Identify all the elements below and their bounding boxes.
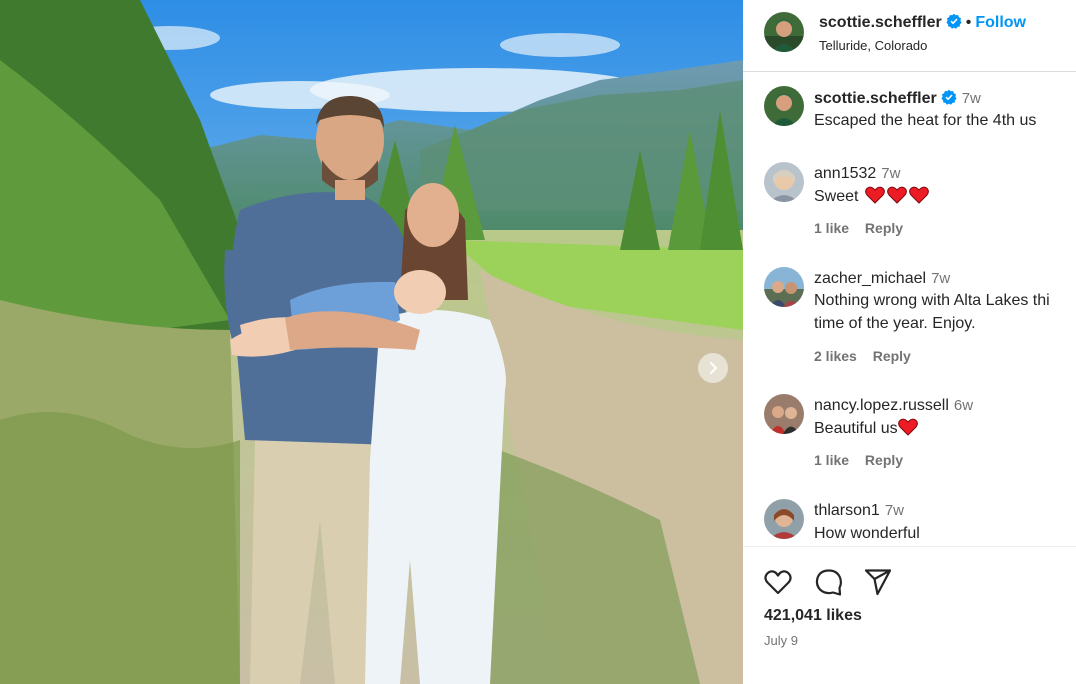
separator-dot: •	[965, 14, 972, 31]
red-heart-emoji-icon	[909, 186, 929, 204]
post-photo[interactable]	[0, 0, 743, 684]
commenter-avatar[interactable]	[764, 394, 804, 434]
verified-badge-icon	[941, 89, 957, 105]
comment-text-line2: time of the year. Enjoy.	[814, 315, 976, 332]
comment-text-content: Sweet	[814, 188, 859, 205]
commenter-avatar[interactable]	[764, 499, 804, 539]
comment-time[interactable]: 7w	[881, 165, 900, 182]
comment-meta: 1 like Reply	[814, 452, 903, 468]
caption-text: Escaped the heat for the 4th us	[814, 112, 1037, 129]
verified-badge-icon	[946, 13, 962, 29]
chevron-right-icon	[710, 362, 717, 374]
caption-username[interactable]: scottie.scheffler	[814, 90, 937, 107]
red-heart-emoji-icon	[897, 418, 918, 436]
heart-outline-icon[interactable]	[763, 567, 793, 597]
post-side-panel: scottie.scheffler • Follow Telluride, Colo…	[743, 0, 1076, 684]
comment-meta: 2 likes Reply	[814, 348, 911, 364]
comment-meta: 1 like Reply	[814, 220, 903, 236]
comment-username[interactable]: thlarson1	[814, 502, 880, 519]
comment-text: Sweet	[814, 185, 929, 209]
comment-text-content: Beautiful us	[814, 420, 898, 437]
carousel-next-button[interactable]	[698, 353, 728, 383]
commenter-avatar[interactable]	[764, 162, 804, 202]
reply-button[interactable]: Reply	[865, 452, 903, 468]
family-photo-illustration	[0, 0, 743, 684]
comment-text: How wonderful	[814, 525, 920, 542]
comment-likes[interactable]: 1 like	[814, 220, 849, 236]
commenter-avatar[interactable]	[764, 267, 804, 307]
post-location[interactable]: Telluride, Colorado	[819, 38, 927, 53]
reply-button[interactable]: Reply	[873, 348, 911, 364]
comment-likes[interactable]: 2 likes	[814, 348, 857, 364]
comment-username[interactable]: nancy.lopez.russell	[814, 397, 949, 414]
red-heart-emoji-icon	[887, 186, 907, 204]
post-actions-bar: 421,041 likes July 9	[743, 546, 1076, 684]
caption-time[interactable]: 7w	[962, 90, 981, 107]
author-username[interactable]: scottie.scheffler	[819, 14, 942, 31]
follow-button[interactable]: Follow	[975, 14, 1026, 31]
post-header: scottie.scheffler • Follow Telluride, Colo…	[743, 0, 1076, 72]
comment-username[interactable]: ann1532	[814, 165, 876, 182]
reply-button[interactable]: Reply	[865, 220, 903, 236]
comment-likes[interactable]: 1 like	[814, 452, 849, 468]
comment-time[interactable]: 7w	[885, 502, 904, 519]
red-heart-emoji-icon	[865, 186, 885, 204]
caption-avatar[interactable]	[764, 86, 804, 126]
comment-username[interactable]: zacher_michael	[814, 270, 926, 287]
paper-plane-icon[interactable]	[863, 567, 893, 597]
author-avatar[interactable]	[764, 12, 804, 52]
post-date[interactable]: July 9	[764, 633, 798, 648]
comment-text: Nothing wrong with Alta Lakes thi	[814, 292, 1050, 309]
comment-bubble-icon[interactable]	[814, 567, 844, 597]
comment-text: Beautiful us	[814, 417, 918, 441]
likes-count[interactable]: 421,041 likes	[764, 607, 862, 625]
comment-time[interactable]: 6w	[954, 397, 973, 414]
comment-time[interactable]: 7w	[931, 270, 950, 287]
